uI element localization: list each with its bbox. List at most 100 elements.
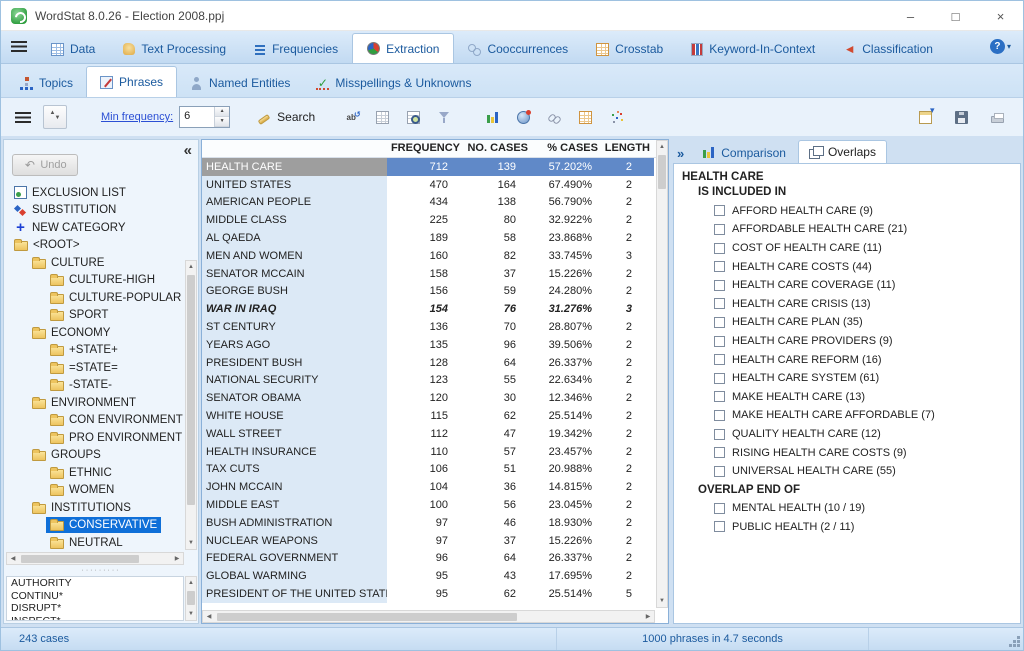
checkbox[interactable] xyxy=(714,410,725,421)
checkbox[interactable] xyxy=(714,373,725,384)
scroll-right-icon[interactable]: ▶ xyxy=(642,613,654,620)
main-menu-button[interactable] xyxy=(9,30,37,63)
overlap-item[interactable]: RISING HEALTH CARE COSTS (9) xyxy=(682,443,1012,462)
overlap-item[interactable]: HEALTH CARE SYSTEM (61) xyxy=(682,369,1012,388)
collapse-sidebar-button[interactable]: « xyxy=(184,142,192,159)
table-row[interactable]: FEDERAL GOVERNMENT966426.337%2 xyxy=(202,550,655,568)
table-row[interactable]: JOHN MCCAIN1043614.815%2 xyxy=(202,478,655,496)
column-header-length[interactable]: LENGTH xyxy=(602,140,654,157)
minimize-button[interactable]: – xyxy=(888,1,933,31)
toolbar-menu-button[interactable] xyxy=(11,105,35,129)
overlap-item[interactable]: HEALTH CARE REFORM (16) xyxy=(682,350,1012,369)
tree-item-new-category[interactable]: +NEW CATEGORY xyxy=(6,219,186,237)
search-grid-button[interactable] xyxy=(401,105,425,129)
scroll-down-icon[interactable]: ▼ xyxy=(188,537,194,549)
scroll-thumb[interactable] xyxy=(187,275,195,505)
tree-item-groups[interactable]: GROUPS xyxy=(6,447,186,465)
table-row[interactable]: BUSH ADMINISTRATION974618.930%2 xyxy=(202,514,655,532)
scroll-right-icon[interactable]: ▶ xyxy=(171,555,183,562)
overlap-item[interactable]: UNIVERSAL HEALTH CARE (55) xyxy=(682,462,1012,481)
table-horizontal-scrollbar[interactable]: ◀ ▶ xyxy=(202,610,655,623)
tree-item-root[interactable]: <ROOT> xyxy=(6,237,186,255)
table-row[interactable]: NATIONAL SECURITY1235522.634%2 xyxy=(202,372,655,390)
help-button[interactable]: ? ▾ xyxy=(990,30,1015,63)
overlap-item[interactable]: MENTAL HEALTH (10 / 19) xyxy=(682,499,1012,518)
tab-cooccurrences[interactable]: Cooccurrences xyxy=(454,35,582,63)
export-report-button[interactable] xyxy=(913,105,937,129)
tree-item-economy[interactable]: ECONOMY xyxy=(6,324,186,342)
table-row[interactable]: WALL STREET1124719.342%2 xyxy=(202,425,655,443)
overlap-item[interactable]: HEALTH CARE CRISIS (13) xyxy=(682,295,1012,314)
tree-item-culture-popular[interactable]: CULTURE-POPULAR xyxy=(6,289,186,307)
table-row[interactable]: PRESIDENT OF THE UNITED STATE956225.514%… xyxy=(202,585,655,603)
tree-item-state[interactable]: -STATE- xyxy=(6,377,186,395)
table-row[interactable]: MIDDLE CLASS2258032.922%2 xyxy=(202,211,655,229)
checkbox[interactable] xyxy=(714,466,725,477)
tab-topics[interactable]: Topics xyxy=(7,69,86,97)
globe-pin-button[interactable] xyxy=(511,105,535,129)
list-item[interactable]: INSPECT* xyxy=(7,615,183,622)
table-row[interactable]: GLOBAL WARMING954317.695%2 xyxy=(202,567,655,585)
overlap-item[interactable]: HEALTH CARE PROVIDERS (9) xyxy=(682,332,1012,351)
sort-options-button[interactable] xyxy=(43,105,67,129)
checkbox[interactable] xyxy=(714,336,725,347)
scroll-up-icon[interactable]: ▲ xyxy=(188,261,194,273)
undo-button[interactable]: ↶ Undo xyxy=(12,154,78,176)
checkbox[interactable] xyxy=(714,224,725,235)
checkbox[interactable] xyxy=(714,354,725,365)
tab-frequencies[interactable]: Frequencies xyxy=(240,35,352,63)
overlap-item[interactable]: AFFORDABLE HEALTH CARE (21) xyxy=(682,220,1012,239)
table-row[interactable]: MIDDLE EAST1005623.045%2 xyxy=(202,496,655,514)
overlap-item[interactable]: HEALTH CARE PLAN (35) xyxy=(682,313,1012,332)
tab-misspellings-unknowns[interactable]: ✓Misspellings & Unknowns xyxy=(303,69,484,97)
bar-chart-button[interactable] xyxy=(480,105,504,129)
scroll-left-icon[interactable]: ◀ xyxy=(203,613,215,620)
tab-data[interactable]: Data xyxy=(37,35,109,63)
column-header-cases[interactable]: % CASES xyxy=(532,140,602,157)
tree-item-state[interactable]: =STATE= xyxy=(6,359,186,377)
table-row[interactable]: UNITED STATES47016467.490%2 xyxy=(202,176,655,194)
tab-comparison[interactable]: Comparison xyxy=(692,142,796,163)
table-vertical-scrollbar[interactable]: ▲ ▼ xyxy=(656,140,668,608)
expand-panel-button[interactable]: » xyxy=(677,146,684,161)
tree-item-environment[interactable]: ENVIRONMENT xyxy=(6,394,186,412)
min-frequency-label[interactable]: Min frequency: xyxy=(101,111,173,123)
list-item[interactable]: DISRUPT* xyxy=(7,602,183,615)
table-row[interactable]: WAR IN IRAQ1547631.276%3 xyxy=(202,300,655,318)
tree-horizontal-scrollbar[interactable]: ◀ ▶ xyxy=(6,552,184,565)
grid-orange-button[interactable] xyxy=(573,105,597,129)
maximize-button[interactable]: □ xyxy=(933,1,978,31)
sparkle-button[interactable] xyxy=(604,105,628,129)
table-row[interactable]: GEORGE BUSH1565924.280%2 xyxy=(202,283,655,301)
table-row[interactable]: SENATOR OBAMA1203012.346%2 xyxy=(202,389,655,407)
column-header-frequency[interactable]: FREQUENCY xyxy=(387,140,464,157)
tree-item-culture-high[interactable]: CULTURE-HIGH xyxy=(6,272,186,290)
tree-item-institutions[interactable]: INSTITUTIONS xyxy=(6,499,186,517)
table-row[interactable]: YEARS AGO1359639.506%2 xyxy=(202,336,655,354)
overlap-item[interactable]: MAKE HEALTH CARE (13) xyxy=(682,388,1012,407)
table-row[interactable]: AMERICAN PEOPLE43413856.790%2 xyxy=(202,194,655,212)
overlap-item[interactable]: HEALTH CARE COSTS (44) xyxy=(682,257,1012,276)
checkbox[interactable] xyxy=(714,521,725,532)
save-floppy-button[interactable] xyxy=(949,105,973,129)
checkbox[interactable] xyxy=(714,280,725,291)
tree-item-culture[interactable]: CULTURE xyxy=(6,254,186,272)
grid-plain-button[interactable] xyxy=(370,105,394,129)
tree-item-con-environment[interactable]: CON ENVIRONMENT xyxy=(6,412,186,430)
table-row[interactable]: HEALTH CARE71213957.202%2 xyxy=(202,158,655,176)
table-row[interactable]: PRESIDENT BUSH1286426.337%2 xyxy=(202,354,655,372)
tree-item-pro-environment[interactable]: PRO ENVIRONMENT xyxy=(6,429,186,447)
overlap-item[interactable]: HEALTH CARE COVERAGE (11) xyxy=(682,276,1012,295)
table-row[interactable]: MEN AND WOMEN1608233.745%3 xyxy=(202,247,655,265)
scroll-down-icon[interactable]: ▼ xyxy=(188,608,194,620)
tab-phrases[interactable]: Phrases xyxy=(86,66,177,97)
scroll-thumb[interactable] xyxy=(658,155,666,189)
checkbox[interactable] xyxy=(714,391,725,402)
scroll-thumb[interactable] xyxy=(187,591,195,605)
scroll-up-icon[interactable]: ▲ xyxy=(659,141,665,153)
tree-vertical-scrollbar[interactable]: ▲ ▼ xyxy=(185,260,197,550)
table-row[interactable]: NUCLEAR WEAPONS973715.226%2 xyxy=(202,532,655,550)
filter-funnel-button[interactable] xyxy=(432,105,456,129)
tree-item-state[interactable]: +STATE+ xyxy=(6,342,186,360)
tab-named-entities[interactable]: Named Entities xyxy=(177,69,303,97)
